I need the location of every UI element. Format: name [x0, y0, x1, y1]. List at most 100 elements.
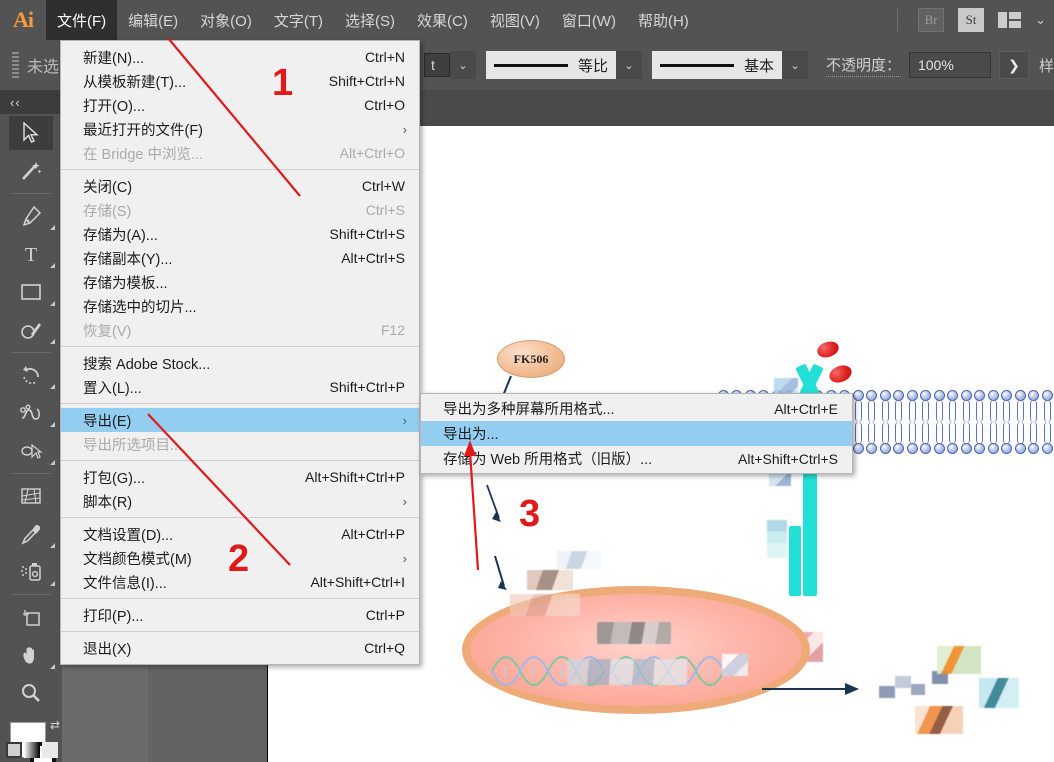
tool-expand-triangle[interactable]: [50, 460, 55, 465]
file-menu-item[interactable]: 存储副本(Y)... Alt+Ctrl+S: [61, 246, 419, 270]
zoom-tool[interactable]: [0, 674, 62, 712]
export-submenu[interactable]: 导出为多种屏幕所用格式...Alt+Ctrl+E导出为...存储为 Web 所用…: [420, 393, 853, 474]
file-menu-item-label: 打开(O)...: [83, 95, 340, 116]
swap-fill-stroke-icon[interactable]: ⇄: [50, 718, 62, 730]
file-menu-item[interactable]: 脚本(R)›: [61, 489, 419, 513]
tool-expand-triangle[interactable]: [50, 422, 55, 427]
tool-expand-triangle[interactable]: [50, 301, 55, 306]
menu-4[interactable]: 选择(S): [334, 0, 406, 40]
file-menu-item[interactable]: 关闭(C)Ctrl+W: [61, 174, 419, 198]
workspace-switcher-icon[interactable]: [998, 12, 1021, 28]
panel-grip-icon[interactable]: [12, 52, 19, 78]
type-tool[interactable]: T: [0, 235, 62, 273]
tool-expand-triangle[interactable]: [50, 339, 55, 344]
stroke-weight-field-group[interactable]: t ⌄: [424, 51, 476, 79]
stroke-profile-dropdown-icon[interactable]: ⌄: [616, 51, 642, 79]
stroke-weight-value[interactable]: t: [424, 53, 450, 77]
rectangle-tool[interactable]: [0, 273, 62, 311]
blurred-text: [597, 622, 671, 644]
stock-button[interactable]: St: [958, 8, 984, 32]
file-menu-item[interactable]: 打开(O)...Ctrl+O: [61, 93, 419, 117]
chevron-right-icon: ›: [403, 551, 407, 566]
file-menu-item[interactable]: 导出(E)›: [61, 408, 419, 432]
export-submenu-item[interactable]: 导出为...: [421, 421, 852, 446]
rotate-tool[interactable]: [0, 356, 62, 394]
stroke-profile-group[interactable]: 等比 ⌄: [486, 51, 642, 79]
tool-expand-triangle[interactable]: [50, 225, 55, 230]
selection-tool[interactable]: [0, 114, 62, 152]
file-menu-item[interactable]: 打印(P)...Ctrl+P: [61, 603, 419, 627]
svg-text:T: T: [25, 244, 37, 265]
export-submenu-item[interactable]: 存储为 Web 所用格式（旧版）...Alt+Shift+Ctrl+S: [421, 446, 852, 471]
file-menu-item[interactable]: 存储为(A)...Shift+Ctrl+S: [61, 222, 419, 246]
bridge-button[interactable]: Br: [918, 8, 944, 32]
shaper-tool[interactable]: [0, 311, 62, 349]
chevron-down-icon[interactable]: ⌄: [1035, 12, 1046, 28]
file-menu-item-label: 存储选中的切片...: [83, 296, 405, 317]
pen-nib-icon: [9, 199, 53, 233]
menu-separator: [61, 598, 419, 599]
rotate-arrow-icon: [9, 358, 53, 392]
file-menu-item[interactable]: 最近打开的文件(F)›: [61, 117, 419, 141]
ligand-particle: [827, 362, 854, 385]
file-menu-item[interactable]: 存储为模板...: [61, 270, 419, 294]
menu-3[interactable]: 文字(T): [263, 0, 334, 40]
stroke-profile-preview: [494, 64, 568, 67]
file-menu-item[interactable]: 退出(X)Ctrl+Q: [61, 636, 419, 660]
stroke-profile-box[interactable]: 等比: [486, 51, 616, 79]
tool-expand-triangle[interactable]: [50, 581, 55, 586]
opacity-input[interactable]: 100%: [909, 52, 991, 78]
tool-expand-triangle[interactable]: [50, 664, 55, 669]
export-submenu-item-label: 存储为 Web 所用格式（旧版）...: [443, 448, 714, 469]
symbol-sprayer-tool[interactable]: [0, 553, 62, 591]
file-menu-item[interactable]: 从模板新建(T)...Shift+Ctrl+N: [61, 69, 419, 93]
app-logo: Ai: [0, 0, 46, 40]
menu-7[interactable]: 窗口(W): [551, 0, 627, 40]
file-menu-item-label: 存储副本(Y)...: [83, 248, 317, 269]
file-menu-item-shortcut: Alt+Ctrl+S: [341, 250, 405, 266]
brush-definition-box[interactable]: 基本: [652, 51, 782, 79]
file-menu-item-shortcut: Alt+Ctrl+P: [341, 526, 405, 542]
brush-definition-group[interactable]: 基本 ⌄: [652, 51, 808, 79]
file-menu-item[interactable]: 打包(G)...Alt+Shift+Ctrl+P: [61, 465, 419, 489]
warp-swirl-icon: [9, 396, 53, 430]
export-submenu-item[interactable]: 导出为多种屏幕所用格式...Alt+Ctrl+E: [421, 396, 852, 421]
tool-divider: [11, 594, 51, 595]
tool-expand-triangle[interactable]: [50, 384, 55, 389]
more-options-button[interactable]: ❯: [999, 51, 1029, 79]
file-menu-item-label: 存储为(A)...: [83, 224, 306, 245]
file-menu-item[interactable]: 置入(L)...Shift+Ctrl+P: [61, 375, 419, 399]
menu-8[interactable]: 帮助(H): [627, 0, 700, 40]
eyedropper-icon: [9, 517, 53, 551]
artboard-tool[interactable]: [0, 598, 62, 636]
brush-definition-preview: [660, 64, 734, 67]
file-menu-item-shortcut: Ctrl+W: [362, 178, 405, 194]
gradient-swatch-button[interactable]: [24, 742, 40, 758]
pen-tool[interactable]: [0, 197, 62, 235]
menu-1[interactable]: 编辑(E): [117, 0, 189, 40]
free-transform-tool[interactable]: [0, 432, 62, 470]
stroke-weight-dropdown-icon[interactable]: ⌄: [450, 51, 476, 79]
menu-2[interactable]: 对象(O): [189, 0, 263, 40]
tool-expand-triangle[interactable]: [50, 263, 55, 268]
color-swatch-button[interactable]: [6, 742, 22, 758]
brush-definition-dropdown-icon[interactable]: ⌄: [782, 51, 808, 79]
hand-tool[interactable]: [0, 636, 62, 674]
file-menu-item-shortcut: Ctrl+N: [365, 49, 405, 65]
tool-expand-triangle[interactable]: [50, 543, 55, 548]
eyedropper-tool[interactable]: [0, 515, 62, 553]
menu-6[interactable]: 视图(V): [479, 0, 551, 40]
file-menu-item-label: 打印(P)...: [83, 605, 342, 626]
file-menu-item[interactable]: 搜索 Adobe Stock...: [61, 351, 419, 375]
none-swatch-button[interactable]: [42, 742, 58, 758]
file-menu-item[interactable]: 新建(N)...Ctrl+N: [61, 45, 419, 69]
magic-wand-tool[interactable]: [0, 152, 62, 190]
perspective-grid-tool[interactable]: [0, 477, 62, 515]
width-tool[interactable]: [0, 394, 62, 432]
blurred-text: [510, 594, 580, 616]
menu-5[interactable]: 效果(C): [406, 0, 479, 40]
menu-0[interactable]: 文件(F): [46, 0, 117, 40]
file-menu-item[interactable]: 存储选中的切片...: [61, 294, 419, 318]
chevron-right-icon: ›: [403, 413, 407, 428]
opacity-label: 不透明度：: [826, 54, 901, 77]
